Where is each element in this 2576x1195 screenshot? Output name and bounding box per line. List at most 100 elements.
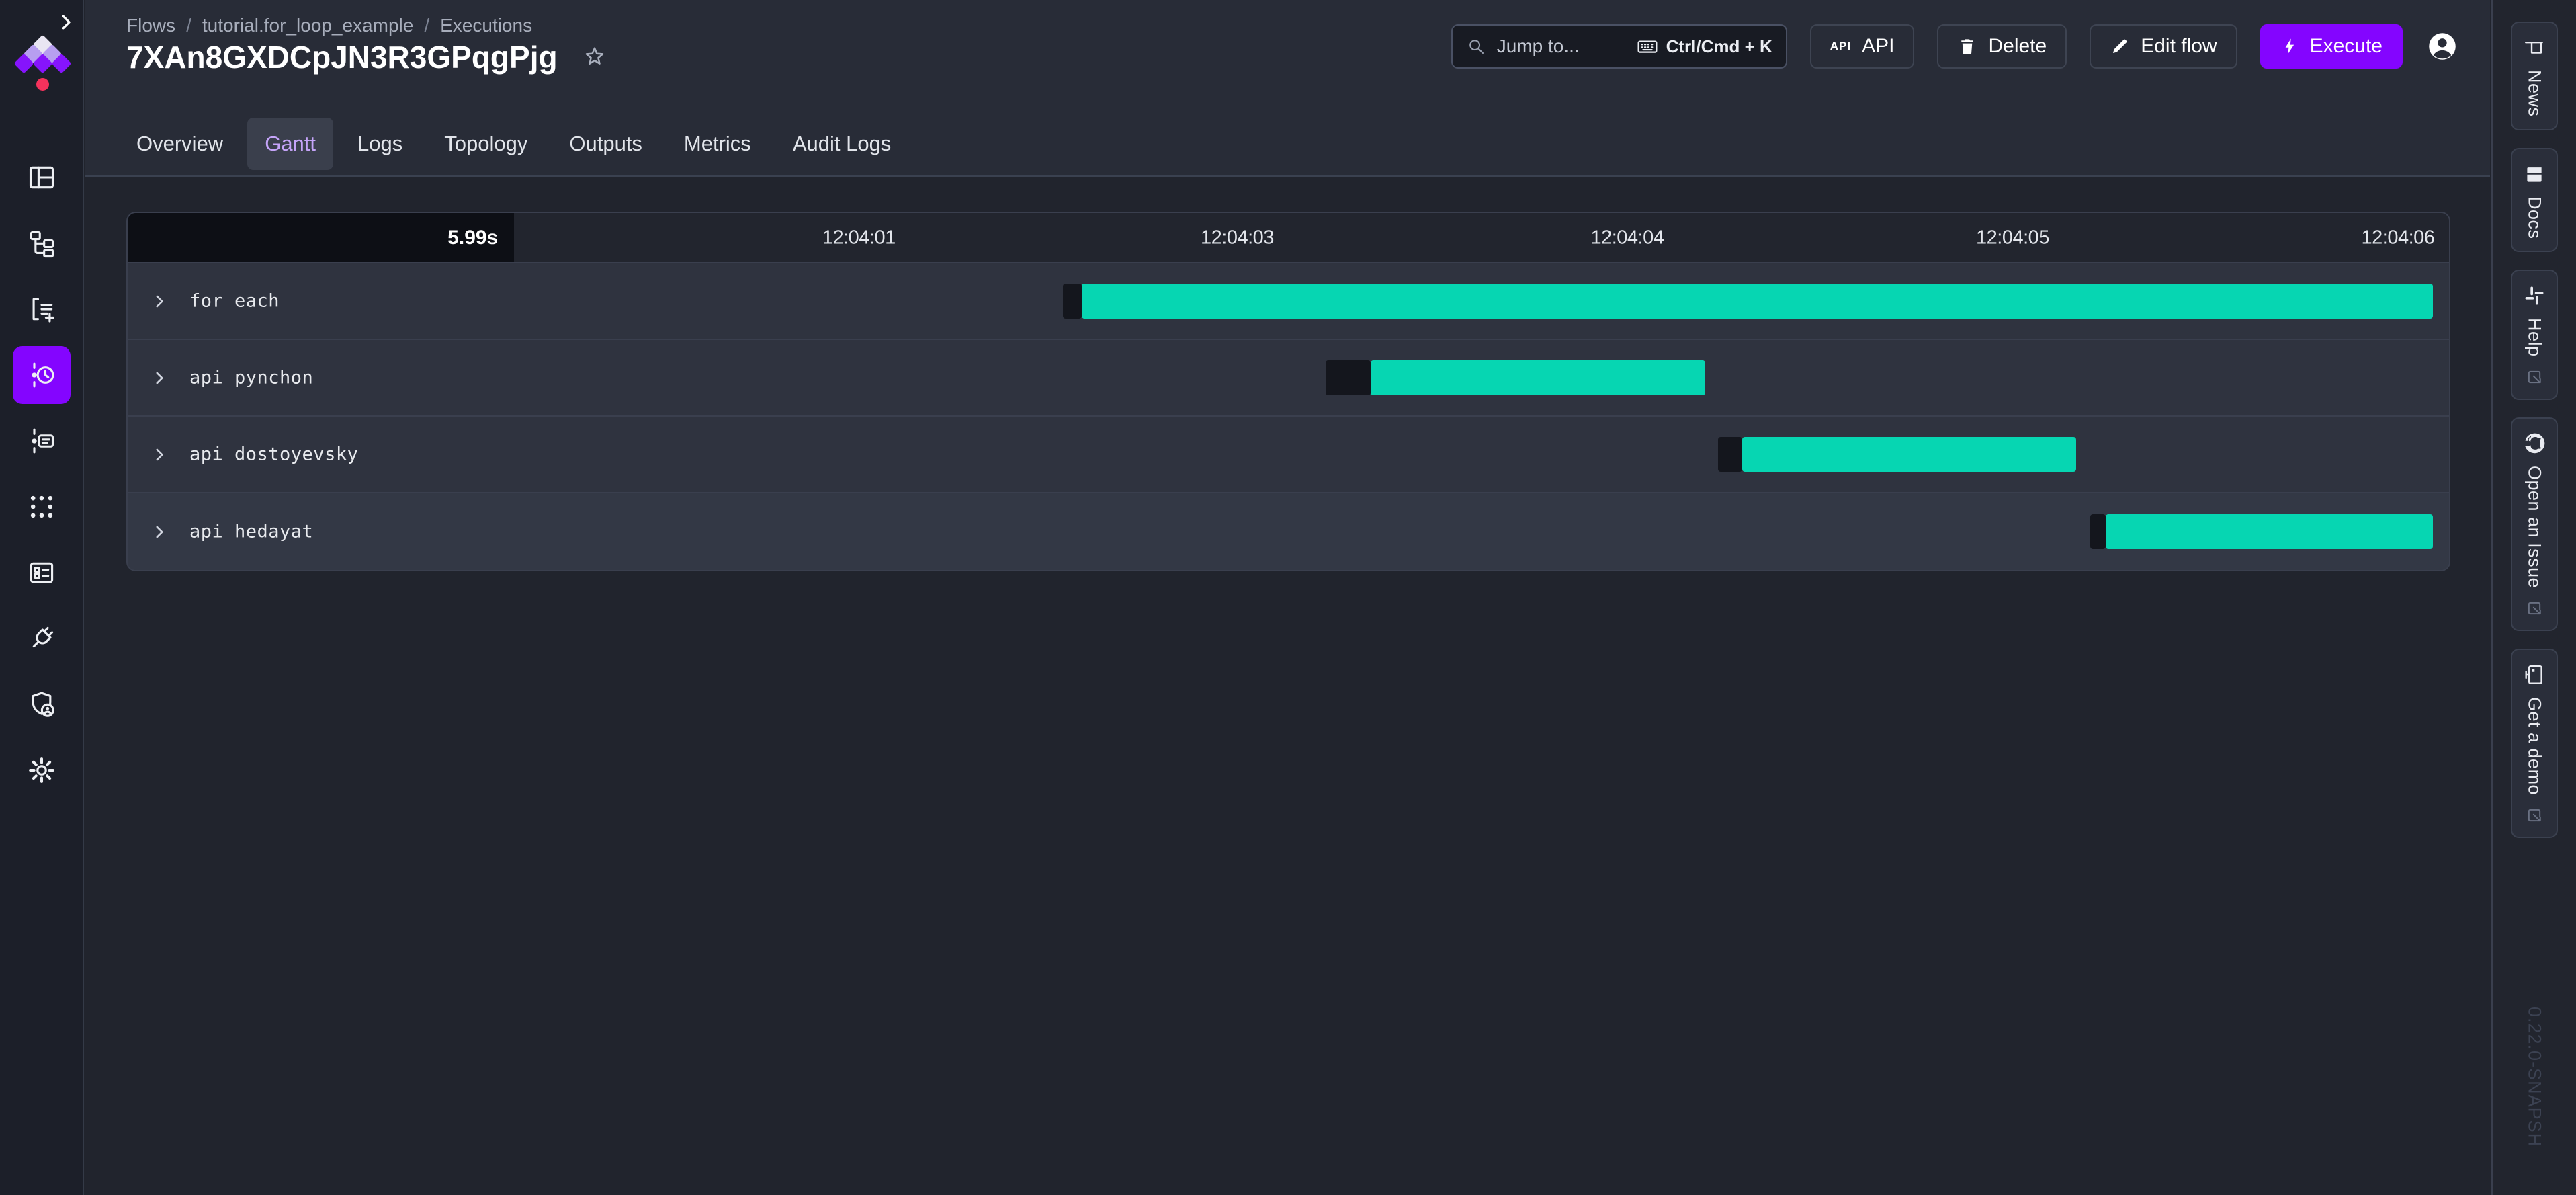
task-name: api hedayat xyxy=(189,522,313,542)
execute-button-label: Execute xyxy=(2310,35,2382,58)
sidebar-item-executions[interactable] xyxy=(13,346,71,404)
timeline-tick-label: 12:04:04 xyxy=(1590,226,1664,249)
title-row: 7XAn8GXDCpJN3R3GPqgPjg xyxy=(126,39,607,75)
rail-button-label: Get a demo xyxy=(2524,697,2545,795)
api-button-label: API xyxy=(1862,35,1894,58)
gantt-row: api hedayat xyxy=(128,493,2449,570)
timeline-tick-label: 12:04:05 xyxy=(1976,226,2049,249)
kestra-logo[interactable] xyxy=(9,35,76,97)
tab-gantt[interactable]: Gantt xyxy=(247,118,333,170)
breadcrumb-separator: / xyxy=(424,15,429,36)
delete-button-label: Delete xyxy=(1988,35,2047,58)
tab-bar: OverviewGanttLogsTopologyOutputsMetricsA… xyxy=(119,118,908,170)
api-button[interactable]: API API xyxy=(1810,24,1915,69)
sidebar-item-plugins[interactable] xyxy=(13,610,71,667)
page: { "theme": { "accent": "#8405FF", "succe… xyxy=(0,0,2576,1195)
task-expand-toggle[interactable]: api dostoyevsky xyxy=(151,444,358,465)
tab-overview[interactable]: Overview xyxy=(119,118,241,170)
execution-duration-badge: 5.99s xyxy=(128,213,514,262)
gantt-bar-running[interactable] xyxy=(1082,284,2433,319)
github-icon xyxy=(2523,432,2546,455)
edit-flow-button[interactable]: Edit flow xyxy=(2090,24,2237,69)
gantt-bar-running[interactable] xyxy=(1742,437,2077,472)
rail-button-label: Help xyxy=(2524,318,2545,357)
list-plus-icon xyxy=(27,294,56,324)
breadcrumb-executions[interactable]: Executions xyxy=(440,15,532,36)
external-link-icon xyxy=(2525,368,2544,386)
task-expand-toggle[interactable]: api pynchon xyxy=(151,368,313,388)
monitor-icon xyxy=(2523,663,2546,686)
sidebar-item-settings[interactable] xyxy=(13,741,71,799)
timeline-tick-label: 12:04:01 xyxy=(822,226,896,249)
timeline-text-icon xyxy=(27,426,56,456)
external-link-icon xyxy=(2525,806,2544,825)
rail-button-help[interactable]: Help xyxy=(2511,270,2558,400)
sidebar-item-iam[interactable] xyxy=(13,675,71,733)
tab-metrics[interactable]: Metrics xyxy=(667,118,769,170)
task-name: api pynchon xyxy=(189,368,313,388)
rail-button-label: News xyxy=(2524,70,2545,117)
rail-button-open-an-issue[interactable]: Open an Issue xyxy=(2511,417,2558,631)
rail-button-docs[interactable]: Docs xyxy=(2511,148,2558,253)
sidebar-item-namespaces[interactable] xyxy=(13,478,71,536)
rail-button-label: Open an Issue xyxy=(2524,466,2545,588)
sidebar-item-flow-create[interactable] xyxy=(13,280,71,338)
search-shortcut-label: Ctrl/Cmd + K xyxy=(1666,36,1772,57)
lightning-bolt-icon xyxy=(2280,37,2299,56)
plugin-icon xyxy=(27,624,56,653)
dashboard-icon xyxy=(27,163,56,192)
trash-icon xyxy=(1957,36,1977,56)
gantt-bar-created[interactable] xyxy=(1326,360,1371,395)
gantt-rows: for_eachapi pynchon api dostoyevsky api he… xyxy=(128,263,2449,570)
topbar: Flows / tutorial.for_loop_example / Exec… xyxy=(85,0,2490,177)
tab-topology[interactable]: Topology xyxy=(427,118,545,170)
gantt-bar-running[interactable] xyxy=(1371,360,1705,395)
pencil-icon xyxy=(2110,36,2130,56)
gantt-row: api dostoyevsky xyxy=(128,417,2449,493)
gantt-timeline-header: 5.99s 12:04:0112:04:0312:04:0412:04:0512… xyxy=(128,213,2449,263)
user-avatar[interactable] xyxy=(2425,30,2459,63)
gantt-bar-created[interactable] xyxy=(1063,284,1082,319)
main-area: Flows / tutorial.for_loop_example / Exec… xyxy=(85,0,2490,1195)
sidebar-item-flows[interactable] xyxy=(13,214,71,272)
version-label: 0.22.0-SNAPSH xyxy=(2524,1007,2545,1147)
star-icon[interactable] xyxy=(582,44,607,70)
gantt-panel: 5.99s 12:04:0112:04:0312:04:0412:04:0512… xyxy=(126,212,2450,571)
sidebar-expand-toggle[interactable] xyxy=(56,12,76,32)
execute-button[interactable]: Execute xyxy=(2260,24,2403,69)
tab-outputs[interactable]: Outputs xyxy=(552,118,660,170)
flows-tree-icon xyxy=(27,229,56,258)
api-icon: API xyxy=(1830,40,1851,53)
page-title: 7XAn8GXDCpJN3R3GPqgPjg xyxy=(126,39,558,75)
blueprints-icon xyxy=(27,558,56,587)
gear-icon xyxy=(27,755,56,785)
flag-icon xyxy=(2523,36,2546,59)
breadcrumb: Flows / tutorial.for_loop_example / Exec… xyxy=(126,15,532,36)
sidebar-nav xyxy=(0,149,83,799)
breadcrumb-separator: / xyxy=(186,15,191,36)
dots-square-icon xyxy=(27,492,56,522)
timeline-tick-label: 12:04:03 xyxy=(1201,226,1274,249)
delete-button[interactable]: Delete xyxy=(1937,24,2067,69)
search-placeholder: Jump to... xyxy=(1497,36,1580,57)
rail-button-news[interactable]: News xyxy=(2511,22,2558,130)
sidebar-item-logs[interactable] xyxy=(13,412,71,470)
chevron-right-icon xyxy=(151,523,168,540)
left-sidebar xyxy=(0,0,84,1195)
gantt-bar-created[interactable] xyxy=(1718,437,1742,472)
sidebar-item-blueprints[interactable] xyxy=(13,544,71,602)
chevron-right-icon xyxy=(56,12,76,32)
external-link-icon xyxy=(2525,599,2544,618)
search-input[interactable]: Jump to... Ctrl/Cmd + K xyxy=(1451,24,1787,69)
rail-button-get-a-demo[interactable]: Get a demo xyxy=(2511,649,2558,838)
tab-audit-logs[interactable]: Audit Logs xyxy=(775,118,909,170)
gantt-bar-running[interactable] xyxy=(2106,514,2433,549)
task-expand-toggle[interactable]: api hedayat xyxy=(151,522,313,542)
breadcrumb-flows[interactable]: Flows xyxy=(126,15,175,36)
sidebar-item-dashboard[interactable] xyxy=(13,149,71,206)
rail-button-label: Docs xyxy=(2524,196,2545,239)
breadcrumb-flow-id[interactable]: tutorial.for_loop_example xyxy=(202,15,413,36)
gantt-bar-created[interactable] xyxy=(2090,514,2105,549)
tab-logs[interactable]: Logs xyxy=(340,118,420,170)
task-expand-toggle[interactable]: for_each xyxy=(151,291,280,312)
